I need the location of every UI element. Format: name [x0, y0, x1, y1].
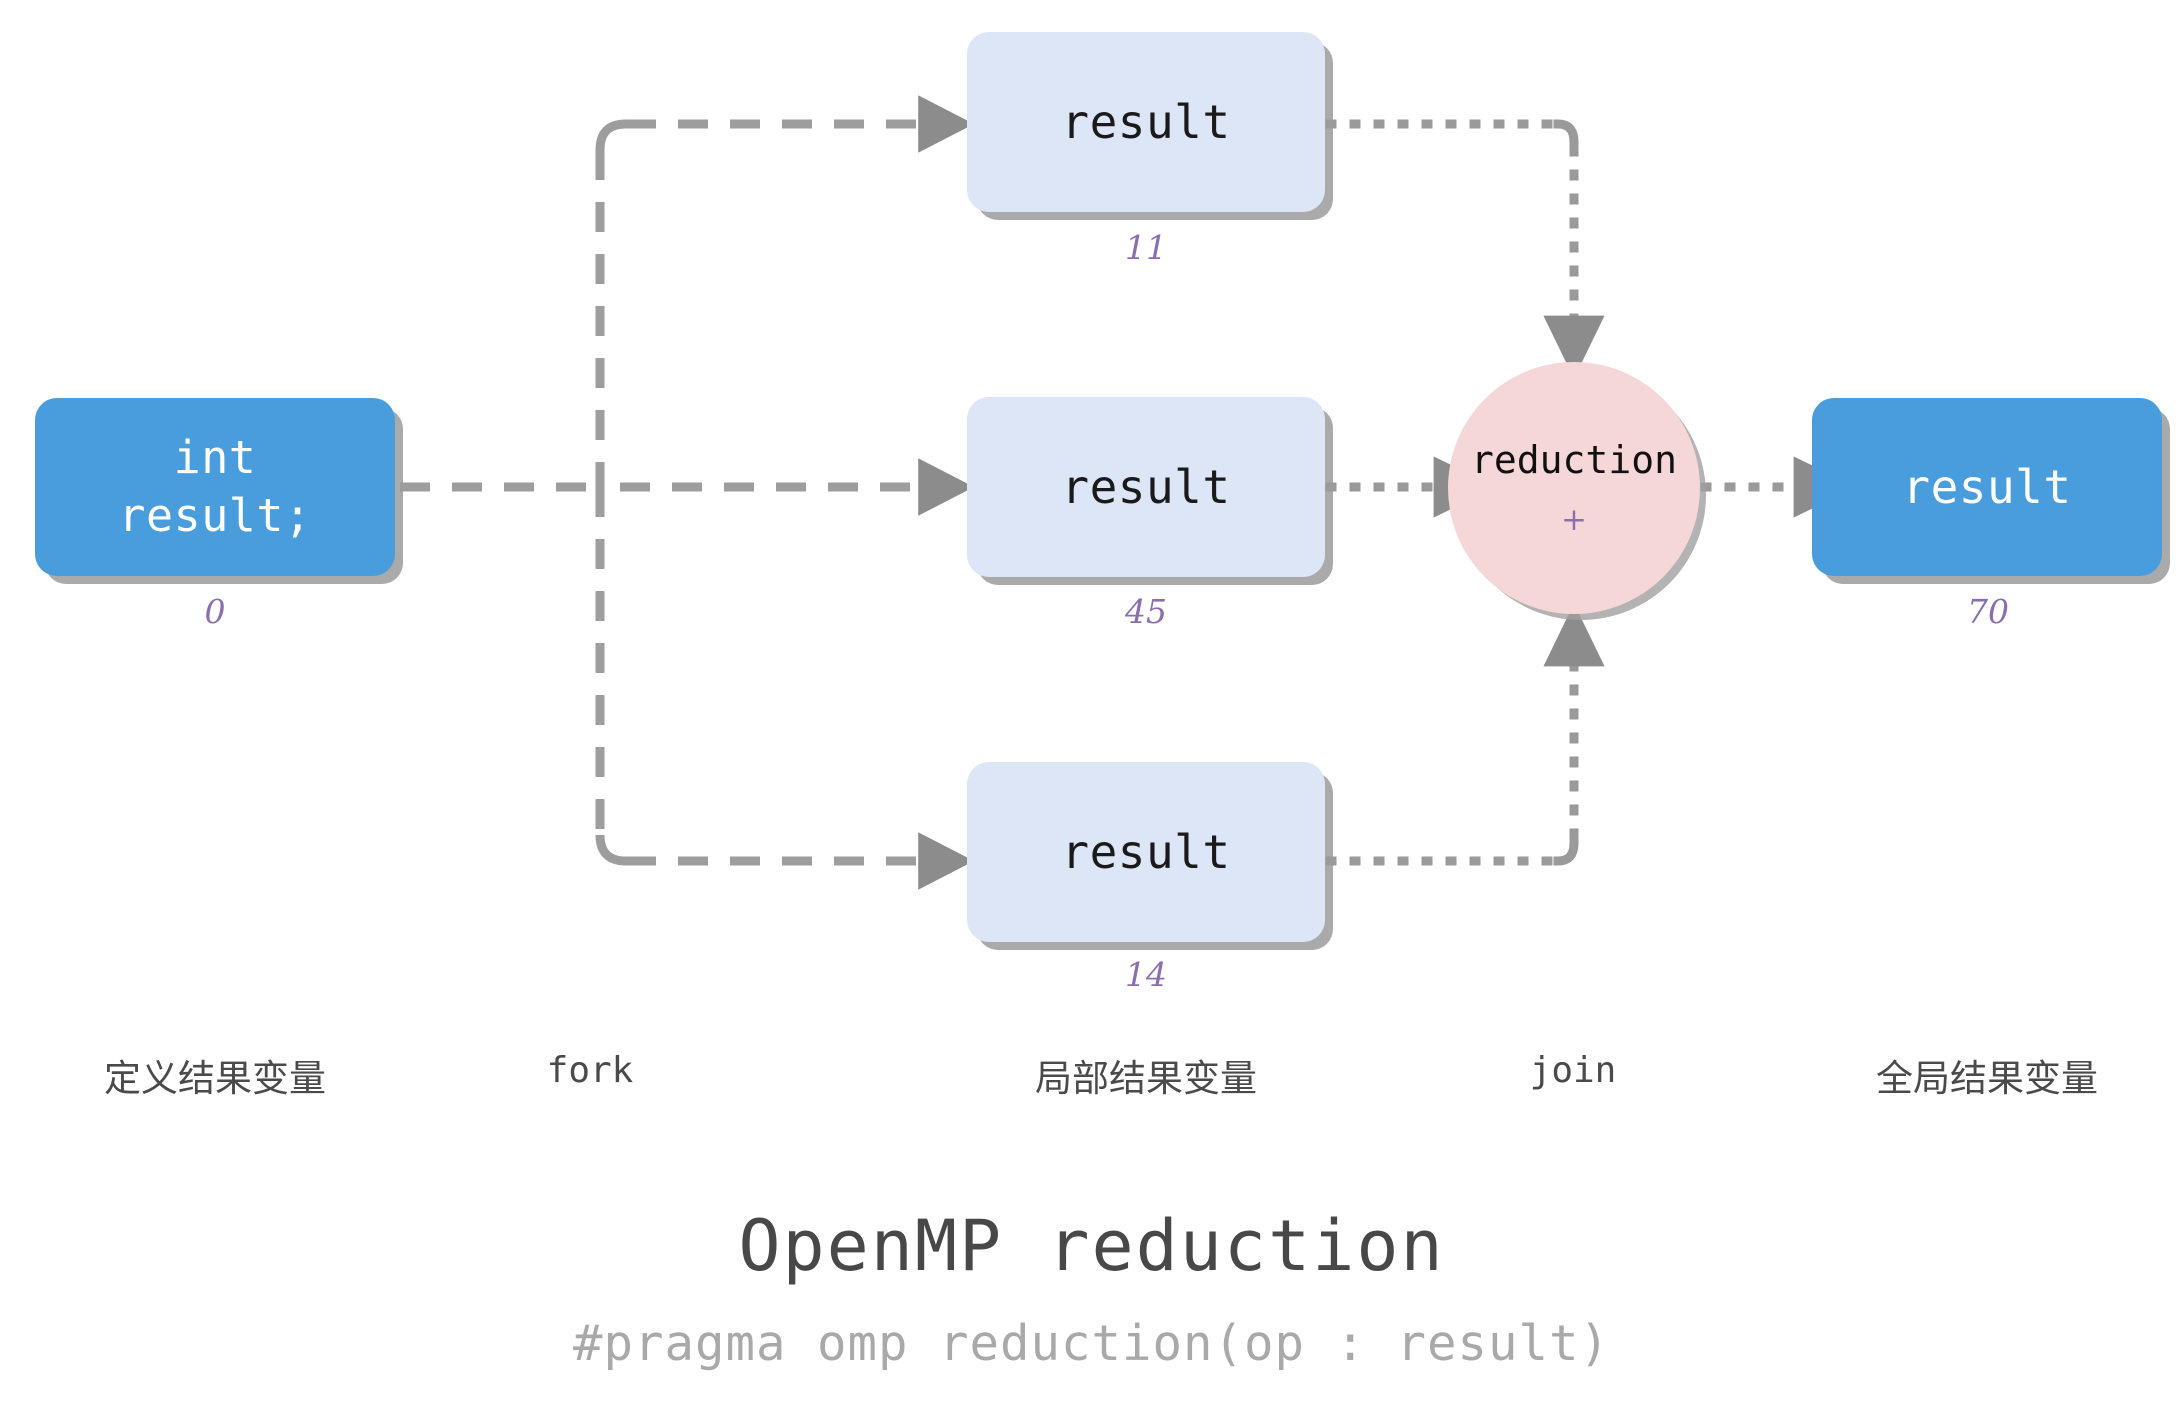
local-result-node-1[interactable]: result	[967, 32, 1325, 212]
local-result-value-1: 11	[1125, 228, 1167, 267]
stage-label-global: 全局结果变量	[1876, 1057, 2098, 1100]
local-result-node-1-text: result	[1061, 94, 1231, 149]
reduction-node-text: reduction	[1471, 437, 1677, 482]
local-result-node-2[interactable]: result	[967, 397, 1325, 577]
local-result-node-2-text: result	[1061, 459, 1231, 514]
stage-label-define: 定义结果变量	[104, 1057, 326, 1100]
stage-label-join: join	[1529, 1050, 1617, 1091]
stage-label-fork: fork	[546, 1050, 634, 1091]
local-result-value-2: 45	[1125, 592, 1167, 631]
reduction-operator: +	[1561, 501, 1587, 538]
reduction-node[interactable]: reduction +	[1448, 362, 1700, 614]
global-result-node[interactable]: result	[1812, 398, 2162, 576]
define-result-node[interactable]: int result;	[35, 398, 395, 576]
local-result-value-3: 14	[1125, 955, 1167, 994]
global-result-node-text: result	[1902, 459, 2072, 514]
diagram-canvas: int result; 0 result 11 result 45 result…	[0, 0, 2183, 1408]
global-result-value: 70	[1967, 592, 2009, 631]
diagram-title: OpenMP reduction	[738, 1205, 1445, 1287]
stage-label-local: 局部结果变量	[1035, 1057, 1257, 1100]
diagram-subtitle: #pragma omp reduction(op : result)	[572, 1315, 1611, 1372]
local-result-node-3[interactable]: result	[967, 762, 1325, 942]
define-result-node-text: int result;	[118, 431, 312, 542]
local-result-node-3-text: result	[1061, 824, 1231, 879]
define-result-value: 0	[204, 592, 226, 631]
